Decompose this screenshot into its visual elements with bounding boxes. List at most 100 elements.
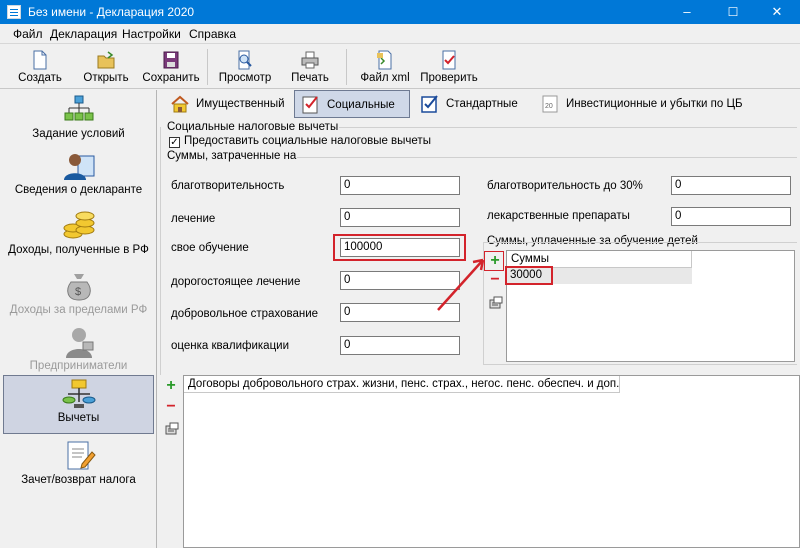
deduction-tabs: Имущественный Социальные Стандартные 20 … <box>160 90 800 120</box>
preview-magnifier-icon <box>238 50 252 70</box>
charity-input[interactable]: 0 <box>340 176 460 195</box>
menu-file[interactable]: Файл <box>13 27 43 41</box>
title-bar: Без имени - Декларация 2020 – ☐ ✕ <box>0 0 800 24</box>
app-icon <box>7 5 21 19</box>
charity-30-input[interactable]: 0 <box>671 176 791 195</box>
xml-file-icon <box>377 50 392 70</box>
create-button[interactable]: Создать <box>14 47 66 87</box>
sidebar-item-conditions[interactable]: Задание условий <box>3 92 154 154</box>
scales-coins-icon <box>62 379 95 408</box>
tab-standard-label: Стандартные <box>446 98 518 110</box>
menu-declaration[interactable]: Декларация <box>50 27 117 41</box>
provide-social-deductions-label: Предоставить социальные налоговые вычеты <box>184 135 431 147</box>
save-button[interactable]: Сохранить <box>141 47 201 87</box>
svg-text:20: 20 <box>545 103 553 110</box>
social-deductions-panel: Социальные налоговые вычеты ✓ Предостави… <box>157 120 800 375</box>
tab-investment[interactable]: 20 Инвестиционные и убытки по ЦБ <box>534 90 796 118</box>
field-label-voluntary-insurance: добровольное страхование <box>171 308 319 320</box>
check-button[interactable]: Проверить <box>418 47 480 87</box>
toolbar-separator <box>207 49 208 85</box>
close-button[interactable]: ✕ <box>754 0 800 24</box>
sidebar-label-entrepreneurs: Предприниматели <box>29 360 128 372</box>
group-divider <box>339 127 797 128</box>
field-label-own-education: свое обучение <box>171 242 249 254</box>
checklist-icon <box>302 96 318 114</box>
arrow-annotation <box>437 258 485 311</box>
contracts-column-header[interactable]: Договоры добровольного страх. жизни, пен… <box>184 376 620 393</box>
tab-social-label: Социальные <box>327 99 395 111</box>
remove-contract-button[interactable]: − <box>164 399 178 415</box>
sidebar-item-deductions[interactable]: Вычеты <box>3 375 154 434</box>
edit-contracts-icon[interactable] <box>165 422 179 435</box>
tab-investment-label: Инвестиционные и убытки по ЦБ <box>566 98 743 110</box>
sidebar: Задание условий Сведения о декларанте До… <box>0 90 157 548</box>
group-divider <box>483 364 797 365</box>
group-divider <box>483 242 797 243</box>
add-contract-button[interactable]: + <box>164 378 178 394</box>
medicines-input[interactable]: 0 <box>671 207 791 226</box>
window-title: Без имени - Декларация 2020 <box>28 5 195 19</box>
toolbar-separator <box>346 49 347 85</box>
house-icon <box>171 95 189 113</box>
field-label-medicines: лекарственные препараты <box>487 210 630 222</box>
field-label-charity: благотворительность <box>171 180 285 192</box>
qualification-input[interactable]: 0 <box>340 336 460 355</box>
sidebar-label-refund: Зачет/возврат налога <box>21 474 136 486</box>
minimize-button[interactable]: – <box>664 0 710 24</box>
provide-social-deductions-checkbox[interactable]: ✓ <box>169 137 180 148</box>
preview-label: Просмотр <box>218 72 272 84</box>
sums-spent-title: Суммы, затраченные на <box>167 150 297 162</box>
check-document-icon <box>442 50 456 70</box>
person-card-icon <box>63 154 94 180</box>
sidebar-label-conditions: Задание условий <box>32 128 125 140</box>
print-button[interactable]: Печать <box>284 47 336 87</box>
contracts-table: Договоры добровольного страх. жизни, пен… <box>183 375 800 548</box>
menu-settings[interactable]: Настройки <box>122 27 181 41</box>
hierarchy-icon <box>64 95 93 121</box>
calendar-document-icon: 20 <box>542 95 558 113</box>
sidebar-item-declarant[interactable]: Сведения о декларанте <box>3 148 154 210</box>
print-label: Печать <box>291 72 329 84</box>
new-document-icon <box>33 50 47 70</box>
social-group-title: Социальные налоговые вычеты <box>167 121 339 133</box>
sidebar-item-refund[interactable]: Зачет/возврат налога <box>3 438 154 500</box>
tab-property[interactable]: Имущественный <box>164 90 292 118</box>
sidebar-item-income-rf[interactable]: Доходы, полученные в РФ <box>3 208 154 270</box>
group-divider <box>160 127 161 375</box>
field-label-charity-30: благотворительность до 30% <box>487 180 643 192</box>
sidebar-label-income-rf: Доходы, полученные в РФ <box>8 244 149 256</box>
menu-help[interactable]: Справка <box>189 27 236 41</box>
tab-social[interactable]: Социальные <box>294 90 410 118</box>
sidebar-item-income-abroad[interactable]: $ Доходы за пределами РФ <box>3 268 154 330</box>
tab-property-label: Имущественный <box>196 98 285 110</box>
group-divider <box>297 157 797 158</box>
toolbar: Создать Открыть Сохранить Просмотр Печат… <box>0 45 800 89</box>
blue-check-icon <box>421 95 438 113</box>
highlight-children-sum <box>505 266 553 285</box>
businessman-icon <box>65 328 93 358</box>
check-label: Проверить <box>420 72 478 84</box>
document-pencil-icon <box>67 441 96 470</box>
preview-button[interactable]: Просмотр <box>214 47 276 87</box>
svg-text:$: $ <box>75 286 81 298</box>
children-education-title: Суммы, уплаченные за обучение детей <box>487 235 698 247</box>
create-label: Создать <box>18 72 62 84</box>
xml-file-label: Файл xml <box>360 72 410 84</box>
coins-icon <box>63 211 94 239</box>
tab-standard[interactable]: Стандартные <box>414 90 526 118</box>
open-button[interactable]: Открыть <box>80 47 132 87</box>
xml-file-button[interactable]: Файл xml <box>356 47 414 87</box>
field-label-expensive-treatment: дорогостоящее лечение <box>171 276 301 288</box>
treatment-input[interactable]: 0 <box>340 208 460 227</box>
money-bag-icon: $ <box>66 274 91 301</box>
maximize-button[interactable]: ☐ <box>710 0 756 24</box>
save-disk-icon <box>163 51 179 69</box>
menu-bar: Файл Декларация Настройки Справка <box>0 24 800 44</box>
sidebar-label-declarant: Сведения о декларанте <box>14 184 143 196</box>
field-label-qualification: оценка квалификации <box>171 340 290 352</box>
field-label-treatment: лечение <box>171 213 216 225</box>
contracts-section: + − Договоры добровольного страх. жизни,… <box>157 375 800 548</box>
open-label: Открыть <box>83 72 129 84</box>
printer-icon <box>301 51 319 69</box>
open-folder-icon <box>97 51 115 69</box>
